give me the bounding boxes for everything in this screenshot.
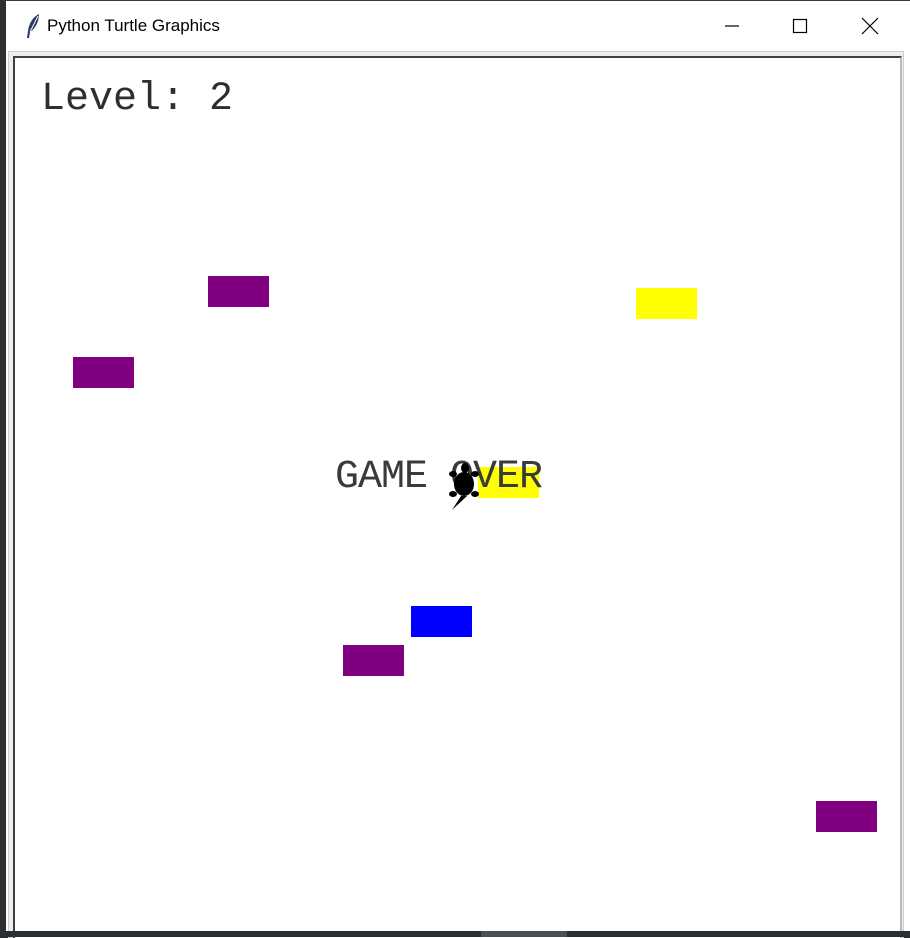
game-canvas[interactable]: Level: 2 GAME OVER: [13, 56, 902, 938]
maximize-button[interactable]: [766, 1, 834, 51]
taskbar-segment: [481, 931, 567, 937]
car: [636, 288, 697, 319]
turtle-window: Python Turtle Graphics Level: 2 GAME OVE…: [0, 0, 910, 938]
close-button[interactable]: [836, 1, 904, 51]
minimize-icon: [725, 25, 739, 27]
feather-icon: [27, 14, 39, 38]
game-over-text: GAME OVER: [335, 455, 543, 500]
car: [411, 606, 472, 637]
title-bar[interactable]: Python Turtle Graphics: [6, 1, 910, 51]
canvas-frame: Level: 2 GAME OVER: [8, 51, 904, 938]
level-label: Level: 2: [41, 77, 234, 122]
car: [208, 276, 269, 307]
minimize-button[interactable]: [698, 1, 766, 51]
taskbar-strip: [0, 931, 910, 937]
car: [816, 801, 877, 832]
window-title: Python Turtle Graphics: [47, 16, 220, 35]
close-icon: [861, 17, 879, 35]
car: [343, 645, 404, 676]
turtle-icon: [449, 463, 479, 510]
car: [73, 357, 134, 388]
maximize-icon: [792, 18, 808, 34]
